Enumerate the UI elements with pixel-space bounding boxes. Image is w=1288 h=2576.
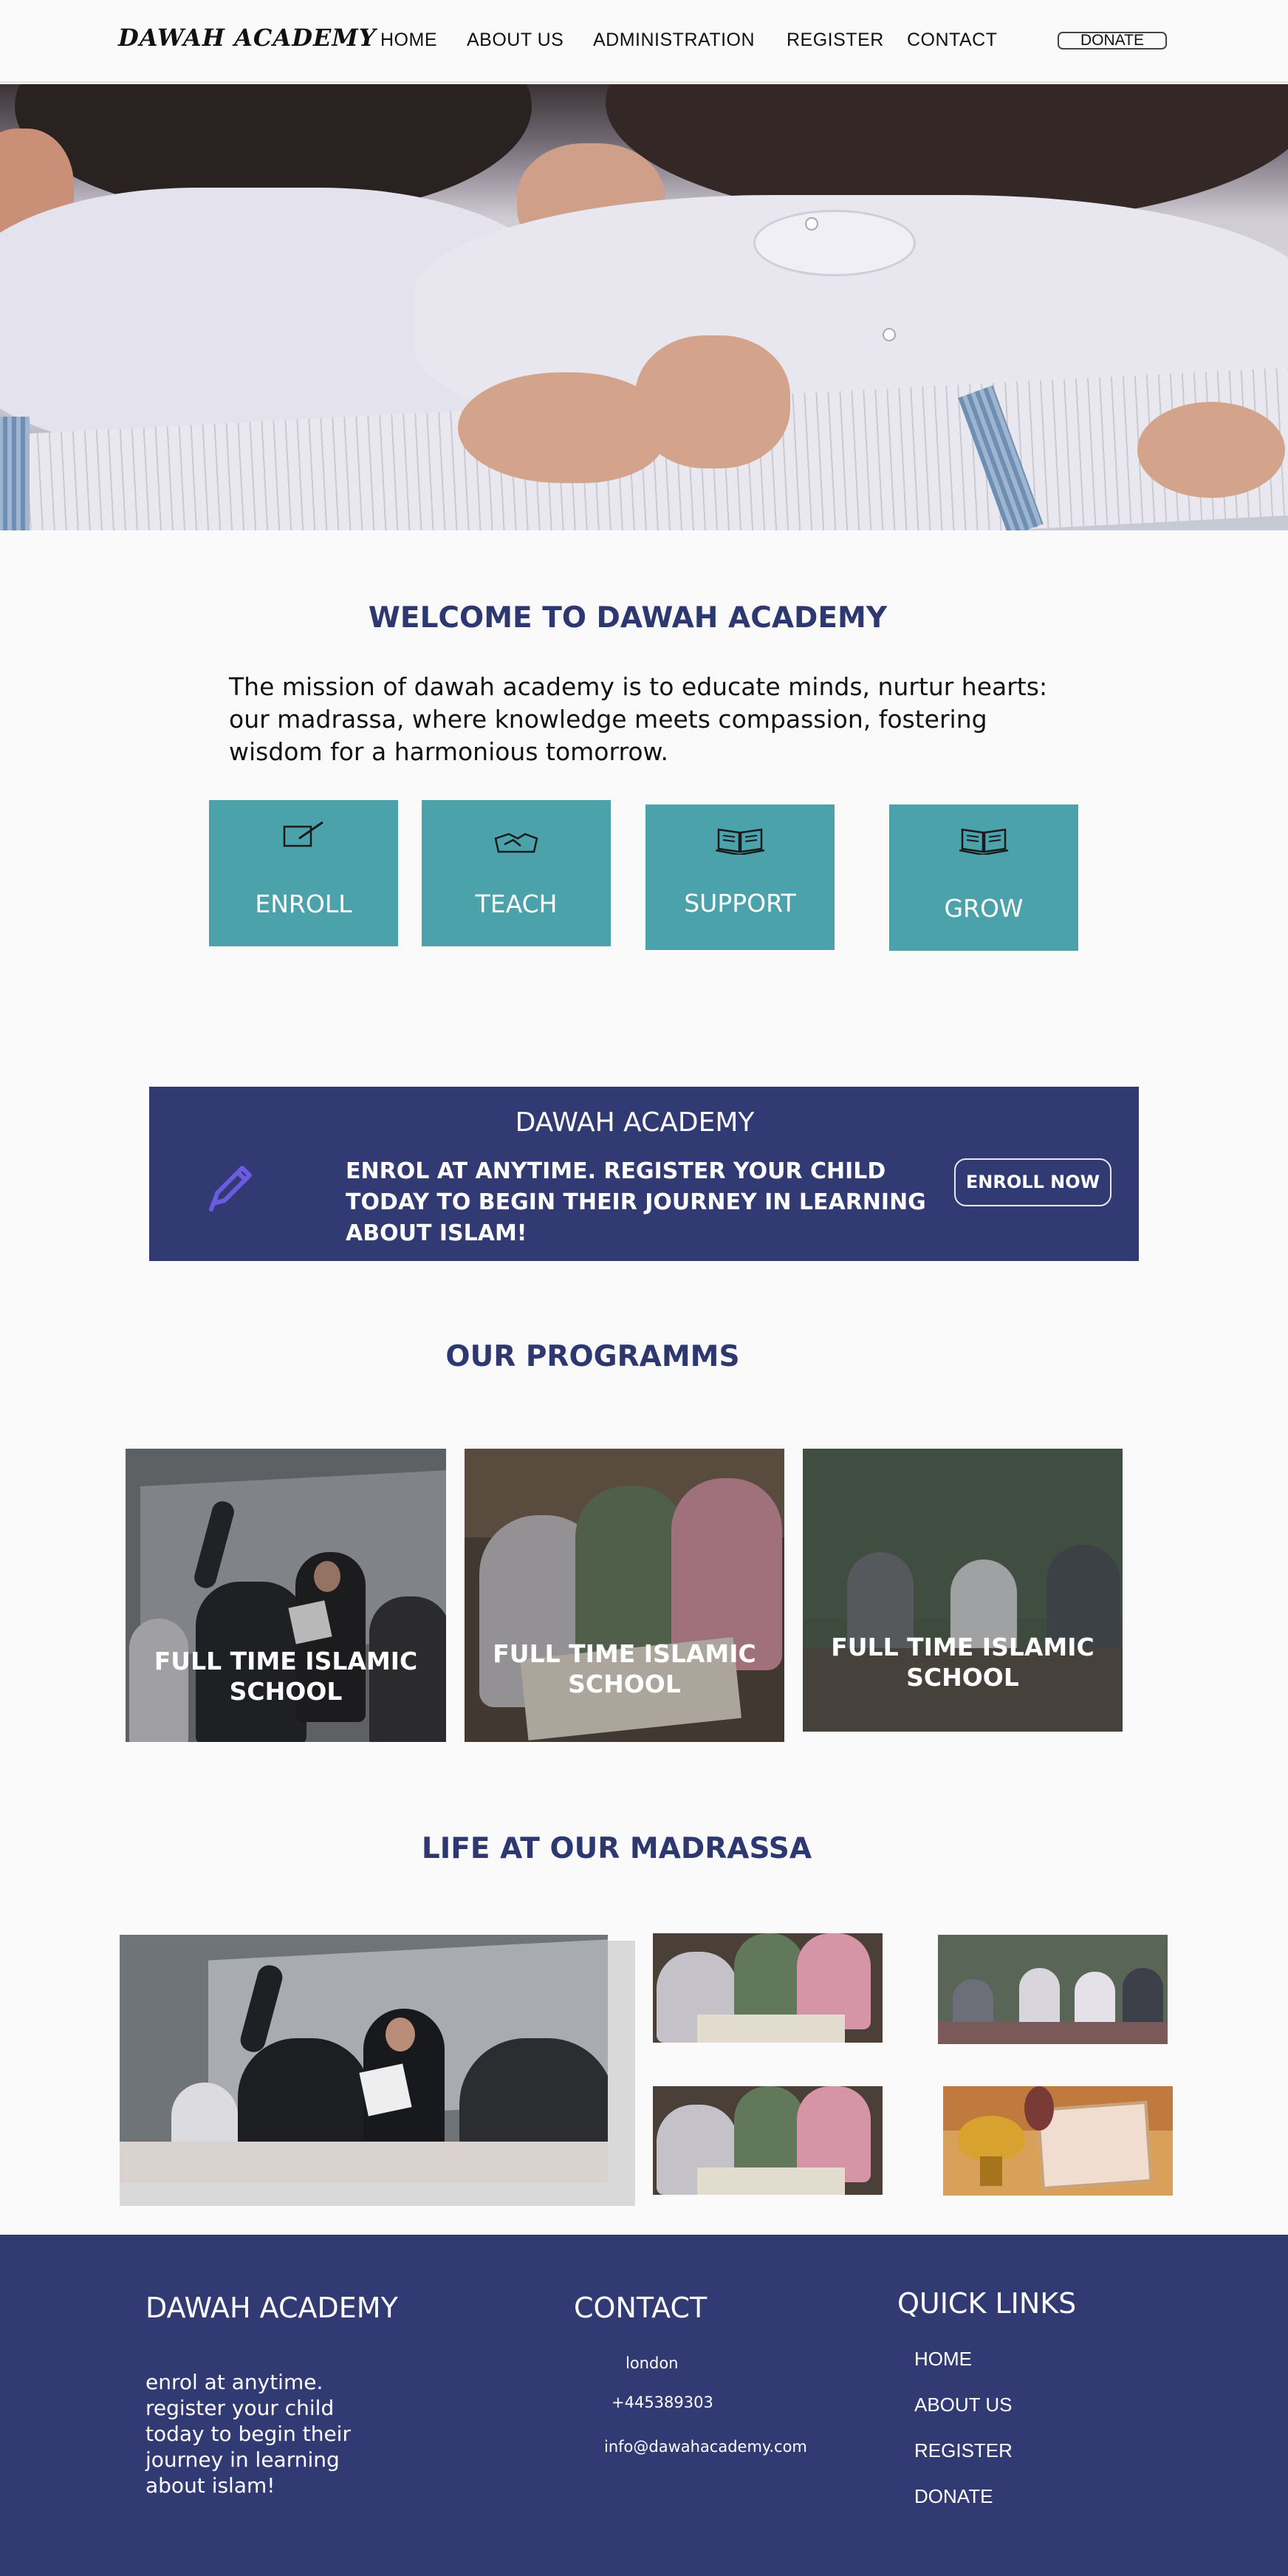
feature-card-support[interactable]: SUPPORT <box>645 804 835 950</box>
nav-administration[interactable]: ADMINISTRATION <box>593 30 755 51</box>
nav-about-us[interactable]: ABOUT US <box>467 30 564 51</box>
enroll-now-button[interactable]: ENROLL NOW <box>954 1158 1111 1206</box>
program-card-3[interactable]: FULL TIME ISLAMIC SCHOOL <box>803 1449 1123 1732</box>
feature-label-enroll: ENROLL <box>255 889 352 918</box>
footer-phone[interactable]: +445389303 <box>612 2394 713 2411</box>
gallery-photo-3[interactable] <box>938 1935 1168 2044</box>
banner-text: ENROL AT ANYTIME. REGISTER YOUR CHILD TO… <box>346 1158 926 1246</box>
handshake-icon <box>493 828 540 859</box>
pen-paper-icon <box>280 819 327 852</box>
footer-contact-title: CONTACT <box>574 2292 708 2324</box>
gallery-photo-featured[interactable] <box>120 1935 608 2183</box>
donate-button[interactable]: DONATE <box>1058 32 1167 49</box>
enrol-banner: DAWAH ACADEMY ENROL AT ANYTIME. REGISTER… <box>149 1087 1139 1261</box>
feature-label-teach: TEACH <box>475 889 558 918</box>
feature-card-teach[interactable]: TEACH <box>422 800 611 946</box>
footer-location: london <box>626 2354 679 2372</box>
feature-card-grow[interactable]: GROW <box>889 804 1078 951</box>
hero-image <box>0 84 1288 530</box>
site-logo[interactable]: DAWAH ACADEMY <box>118 24 377 52</box>
site-header: DAWAH ACADEMY HOME ABOUT US ADMINISTRATI… <box>0 0 1288 83</box>
pencil-icon <box>205 1162 256 1217</box>
program-title-2: FULL TIME ISLAMIC SCHOOL <box>493 1639 756 1698</box>
life-title: LIFE AT OUR MADRASSA <box>421 1832 812 1865</box>
programs-title: OUR PROGRAMMS <box>445 1340 740 1373</box>
open-book-icon <box>715 825 765 858</box>
footer-link-about-us[interactable]: ABOUT US <box>914 2394 1012 2416</box>
footer-about-text: enrol at anytime. register your child to… <box>145 2370 351 2498</box>
footer-link-register[interactable]: REGISTER <box>914 2439 1013 2462</box>
nav-contact[interactable]: CONTACT <box>907 30 997 51</box>
footer-about-title: DAWAH ACADEMY <box>145 2292 398 2324</box>
program-title-3: FULL TIME ISLAMIC SCHOOL <box>831 1633 1095 1692</box>
nav-home[interactable]: HOME <box>380 30 437 51</box>
welcome-title: WELCOME TO DAWAH ACADEMY <box>368 601 888 635</box>
gallery-photo-4[interactable] <box>653 2086 883 2195</box>
program-title-1: FULL TIME ISLAMIC SCHOOL <box>154 1647 418 1706</box>
gallery-photo-2[interactable] <box>653 1933 883 2043</box>
nav-register[interactable]: REGISTER <box>787 30 884 51</box>
banner-title: DAWAH ACADEMY <box>515 1107 755 1138</box>
feature-label-grow: GROW <box>944 894 1024 923</box>
open-book-icon <box>959 825 1009 858</box>
mission-statement: The mission of dawah academy is to educa… <box>229 672 1048 766</box>
footer-links-title: QUICK LINKS <box>897 2287 1077 2320</box>
footer-link-home[interactable]: HOME <box>914 2348 972 2371</box>
footer-email[interactable]: info@dawahacademy.com <box>604 2438 807 2456</box>
feature-card-enroll[interactable]: ENROLL <box>209 800 398 946</box>
gallery-photo-5[interactable] <box>943 2086 1173 2196</box>
program-card-2[interactable]: FULL TIME ISLAMIC SCHOOL <box>465 1449 784 1742</box>
feature-label-support: SUPPORT <box>684 889 796 918</box>
footer-link-donate[interactable]: DONATE <box>914 2485 993 2508</box>
program-card-1[interactable]: FULL TIME ISLAMIC SCHOOL <box>126 1449 446 1742</box>
site-footer: DAWAH ACADEMY enrol at anytime. register… <box>0 2235 1288 2576</box>
